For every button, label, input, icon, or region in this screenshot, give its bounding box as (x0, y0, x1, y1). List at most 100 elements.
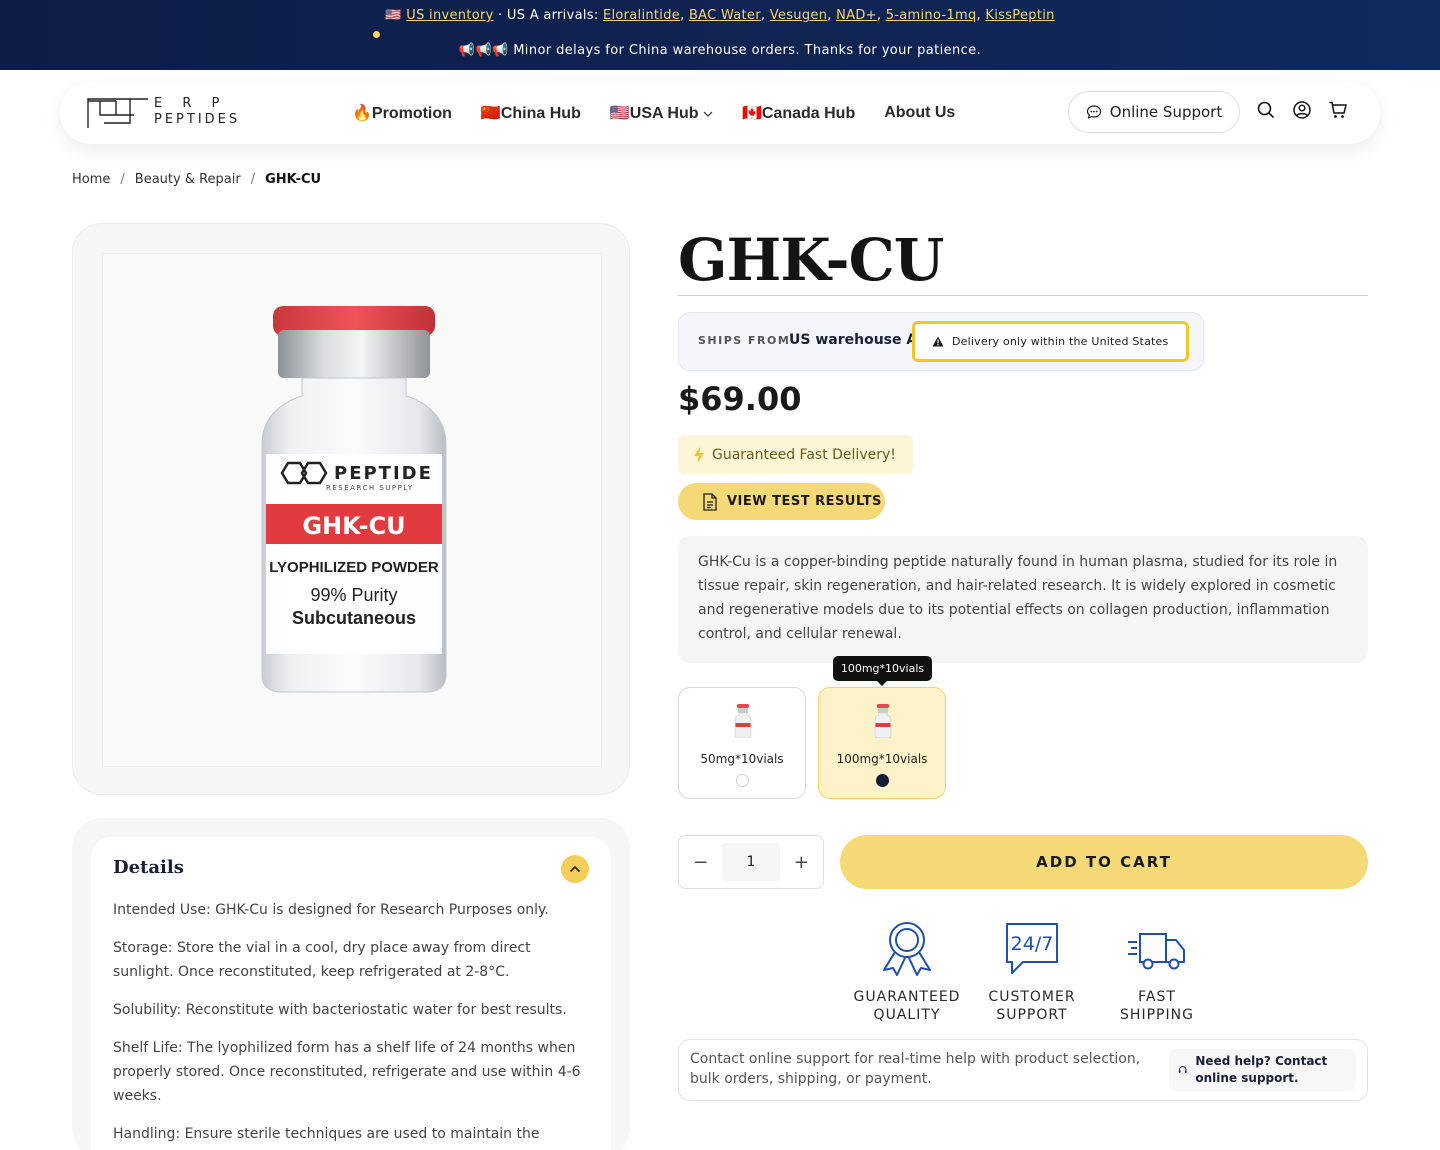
award-ribbon-icon (883, 922, 931, 976)
variant-radio[interactable] (736, 774, 749, 787)
china-flag-icon: 🇨🇳 (480, 105, 501, 122)
main-nav: 🔥Promotion 🇨🇳China Hub 🇺🇸USA Hub 🇨🇦Canad… (352, 82, 984, 144)
product-title: GHK-CU (678, 226, 944, 294)
breadcrumb-separator: / (120, 172, 125, 187)
arrival-link[interactable]: Vesugen (770, 8, 827, 23)
quantity-input[interactable]: 1 (722, 843, 780, 881)
us-inventory-link[interactable]: US inventory (406, 8, 493, 23)
carousel-dot[interactable] (373, 31, 380, 38)
warning-icon (932, 336, 944, 347)
vial-form: LYOPHILIZED POWDER (269, 559, 439, 576)
announcement-delay-line: 📢📢📢 Minor delays for China warehouse ord… (0, 43, 1440, 58)
product-image-card: PEPTIDE RESEARCH SUPPLY GHK-CU LYOPHILIZ… (72, 223, 630, 795)
site-header: E R P PEPTIDES 🔥Promotion 🇨🇳China Hub 🇺🇸… (60, 82, 1380, 144)
online-support-label: Online Support (1109, 103, 1223, 121)
vial-brand: PEPTIDE (334, 463, 433, 484)
feature-label: CUSTOMER SUPPORT (967, 988, 1097, 1024)
svg-text:24/7: 24/7 (1011, 933, 1054, 955)
feature-guaranteed-quality: GUARANTEED QUALITY (842, 920, 972, 1024)
nav-promotion[interactable]: 🔥Promotion (352, 103, 452, 123)
nav-about-us[interactable]: About Us (884, 104, 955, 122)
logo-text-top: E R P (154, 96, 228, 111)
add-to-cart-button[interactable]: ADD TO CART (840, 835, 1368, 889)
arrival-link[interactable]: KissPeptin (985, 8, 1054, 23)
product-image[interactable]: PEPTIDE RESEARCH SUPPLY GHK-CU LYOPHILIZ… (102, 253, 602, 767)
product-price: $69.00 (678, 380, 802, 418)
online-support-button[interactable]: Online Support (1068, 91, 1240, 133)
nav-label: USA Hub (629, 105, 699, 122)
variant-radio-selected[interactable] (876, 774, 889, 787)
details-paragraph: Intended Use: GHK-Cu is designed for Res… (113, 902, 549, 918)
delivery-warning: Delivery only within the United States (912, 321, 1189, 362)
vial-thumbnail-icon (874, 704, 892, 738)
logo-text-bottom: PEPTIDES (154, 112, 241, 127)
nav-china-hub[interactable]: 🇨🇳China Hub (481, 103, 581, 123)
ships-from-panel: SHIPS FROM US warehouse A Delivery only … (678, 312, 1204, 371)
variant-tooltip: 100mg*10vials (833, 656, 932, 686)
delivery-truck-icon (1128, 933, 1185, 970)
chat-24-7-icon: 24/7 (1006, 923, 1058, 974)
chevron-down-icon (703, 111, 713, 117)
nav-usa-hub[interactable]: 🇺🇸USA Hub (610, 103, 713, 123)
vial-brand-sub: RESEARCH SUPPLY (326, 484, 414, 492)
contact-support-link[interactable]: Need help? Contact online support. (1169, 1049, 1356, 1091)
search-icon[interactable] (1256, 100, 1276, 120)
feature-line: QUALITY (873, 1007, 941, 1023)
us-flag-icon: 🇺🇸 (385, 8, 402, 23)
breadcrumb-category[interactable]: Beauty & Repair (135, 172, 241, 187)
feature-fast-shipping: FAST SHIPPING (1092, 920, 1222, 1024)
variant-option-50mg[interactable]: 50mg*10vials (678, 687, 806, 799)
view-test-results-button[interactable]: VIEW TEST RESULTS (678, 483, 885, 520)
breadcrumb: Home / Beauty & Repair / GHK-CU (72, 172, 321, 187)
quantity-stepper: − 1 + (678, 835, 824, 889)
nav-label: China Hub (500, 105, 581, 122)
canada-flag-icon: 🇨🇦 (741, 105, 762, 122)
quantity-increase-button[interactable]: + (780, 852, 823, 873)
account-icon[interactable] (1292, 100, 1312, 120)
fast-delivery-badge: Guaranteed Fast Delivery! (678, 435, 913, 474)
details-paragraph: Shelf Life: The lyophilized form has a s… (113, 1040, 581, 1104)
feature-label: FAST SHIPPING (1092, 988, 1222, 1024)
details-body: Intended Use: GHK-Cu is designed for Res… (113, 898, 589, 1146)
view-test-results-label: VIEW TEST RESULTS (727, 494, 882, 509)
us-flag-icon: 🇺🇸 (609, 105, 630, 122)
nav-label: Promotion (371, 105, 452, 122)
collapse-toggle-button[interactable] (561, 855, 589, 883)
vial-thumbnail-icon (734, 704, 752, 738)
feature-customer-support: 24/7 CUSTOMER SUPPORT (967, 920, 1097, 1024)
quantity-decrease-button[interactable]: − (679, 852, 722, 873)
details-paragraph: Storage: Store the vial in a cool, dry p… (113, 940, 531, 980)
details-paragraph: Handling: Ensure sterile techniques are … (113, 1126, 540, 1142)
breadcrumb-home[interactable]: Home (72, 172, 110, 187)
feature-line: FAST (1138, 989, 1176, 1005)
announcement-inventory-line: 🇺🇸 US inventory · US A arrivals: Elorali… (385, 8, 1055, 23)
ships-from-value: US warehouse A (789, 332, 918, 348)
details-accordion: Details Intended Use: GHK-Cu is designed… (91, 837, 611, 1150)
document-icon (703, 492, 717, 511)
chat-bubble-icon (1086, 105, 1101, 119)
arrival-link[interactable]: 5-amino-1mq (886, 8, 977, 23)
variant-option-100mg[interactable]: 100mg*10vials (818, 687, 946, 799)
vial-route: Subcutaneous (292, 608, 416, 628)
delay-text: Minor delays for China warehouse orders.… (513, 43, 982, 58)
details-title[interactable]: Details (113, 857, 589, 878)
product-description: GHK-Cu is a copper-binding peptide natur… (678, 536, 1368, 663)
help-panel: Contact online support for real-time hel… (678, 1039, 1368, 1101)
feature-line: SUPPORT (996, 1007, 1068, 1023)
logo-mark-icon (87, 98, 148, 128)
arrival-link[interactable]: Eloralintide (603, 8, 680, 23)
cart-icon[interactable] (1328, 100, 1348, 120)
breadcrumb-current: GHK-CU (265, 172, 322, 187)
arrival-link[interactable]: BAC Water (689, 8, 761, 23)
nav-canada-hub[interactable]: 🇨🇦Canada Hub (742, 103, 855, 123)
details-card: Details Intended Use: GHK-Cu is designed… (72, 818, 630, 1150)
title-divider (678, 295, 1368, 296)
site-logo[interactable]: E R P PEPTIDES (86, 95, 256, 131)
arrival-link[interactable]: NAD+ (836, 8, 877, 23)
feature-line: SHIPPING (1120, 1007, 1194, 1023)
announcement-bar: 🇺🇸 US inventory · US A arrivals: Elorali… (0, 0, 1440, 70)
nav-label: Canada Hub (761, 105, 856, 122)
lightning-icon (694, 446, 704, 463)
vial-product-name: GHK-CU (302, 512, 405, 540)
headset-icon (1178, 1066, 1187, 1074)
